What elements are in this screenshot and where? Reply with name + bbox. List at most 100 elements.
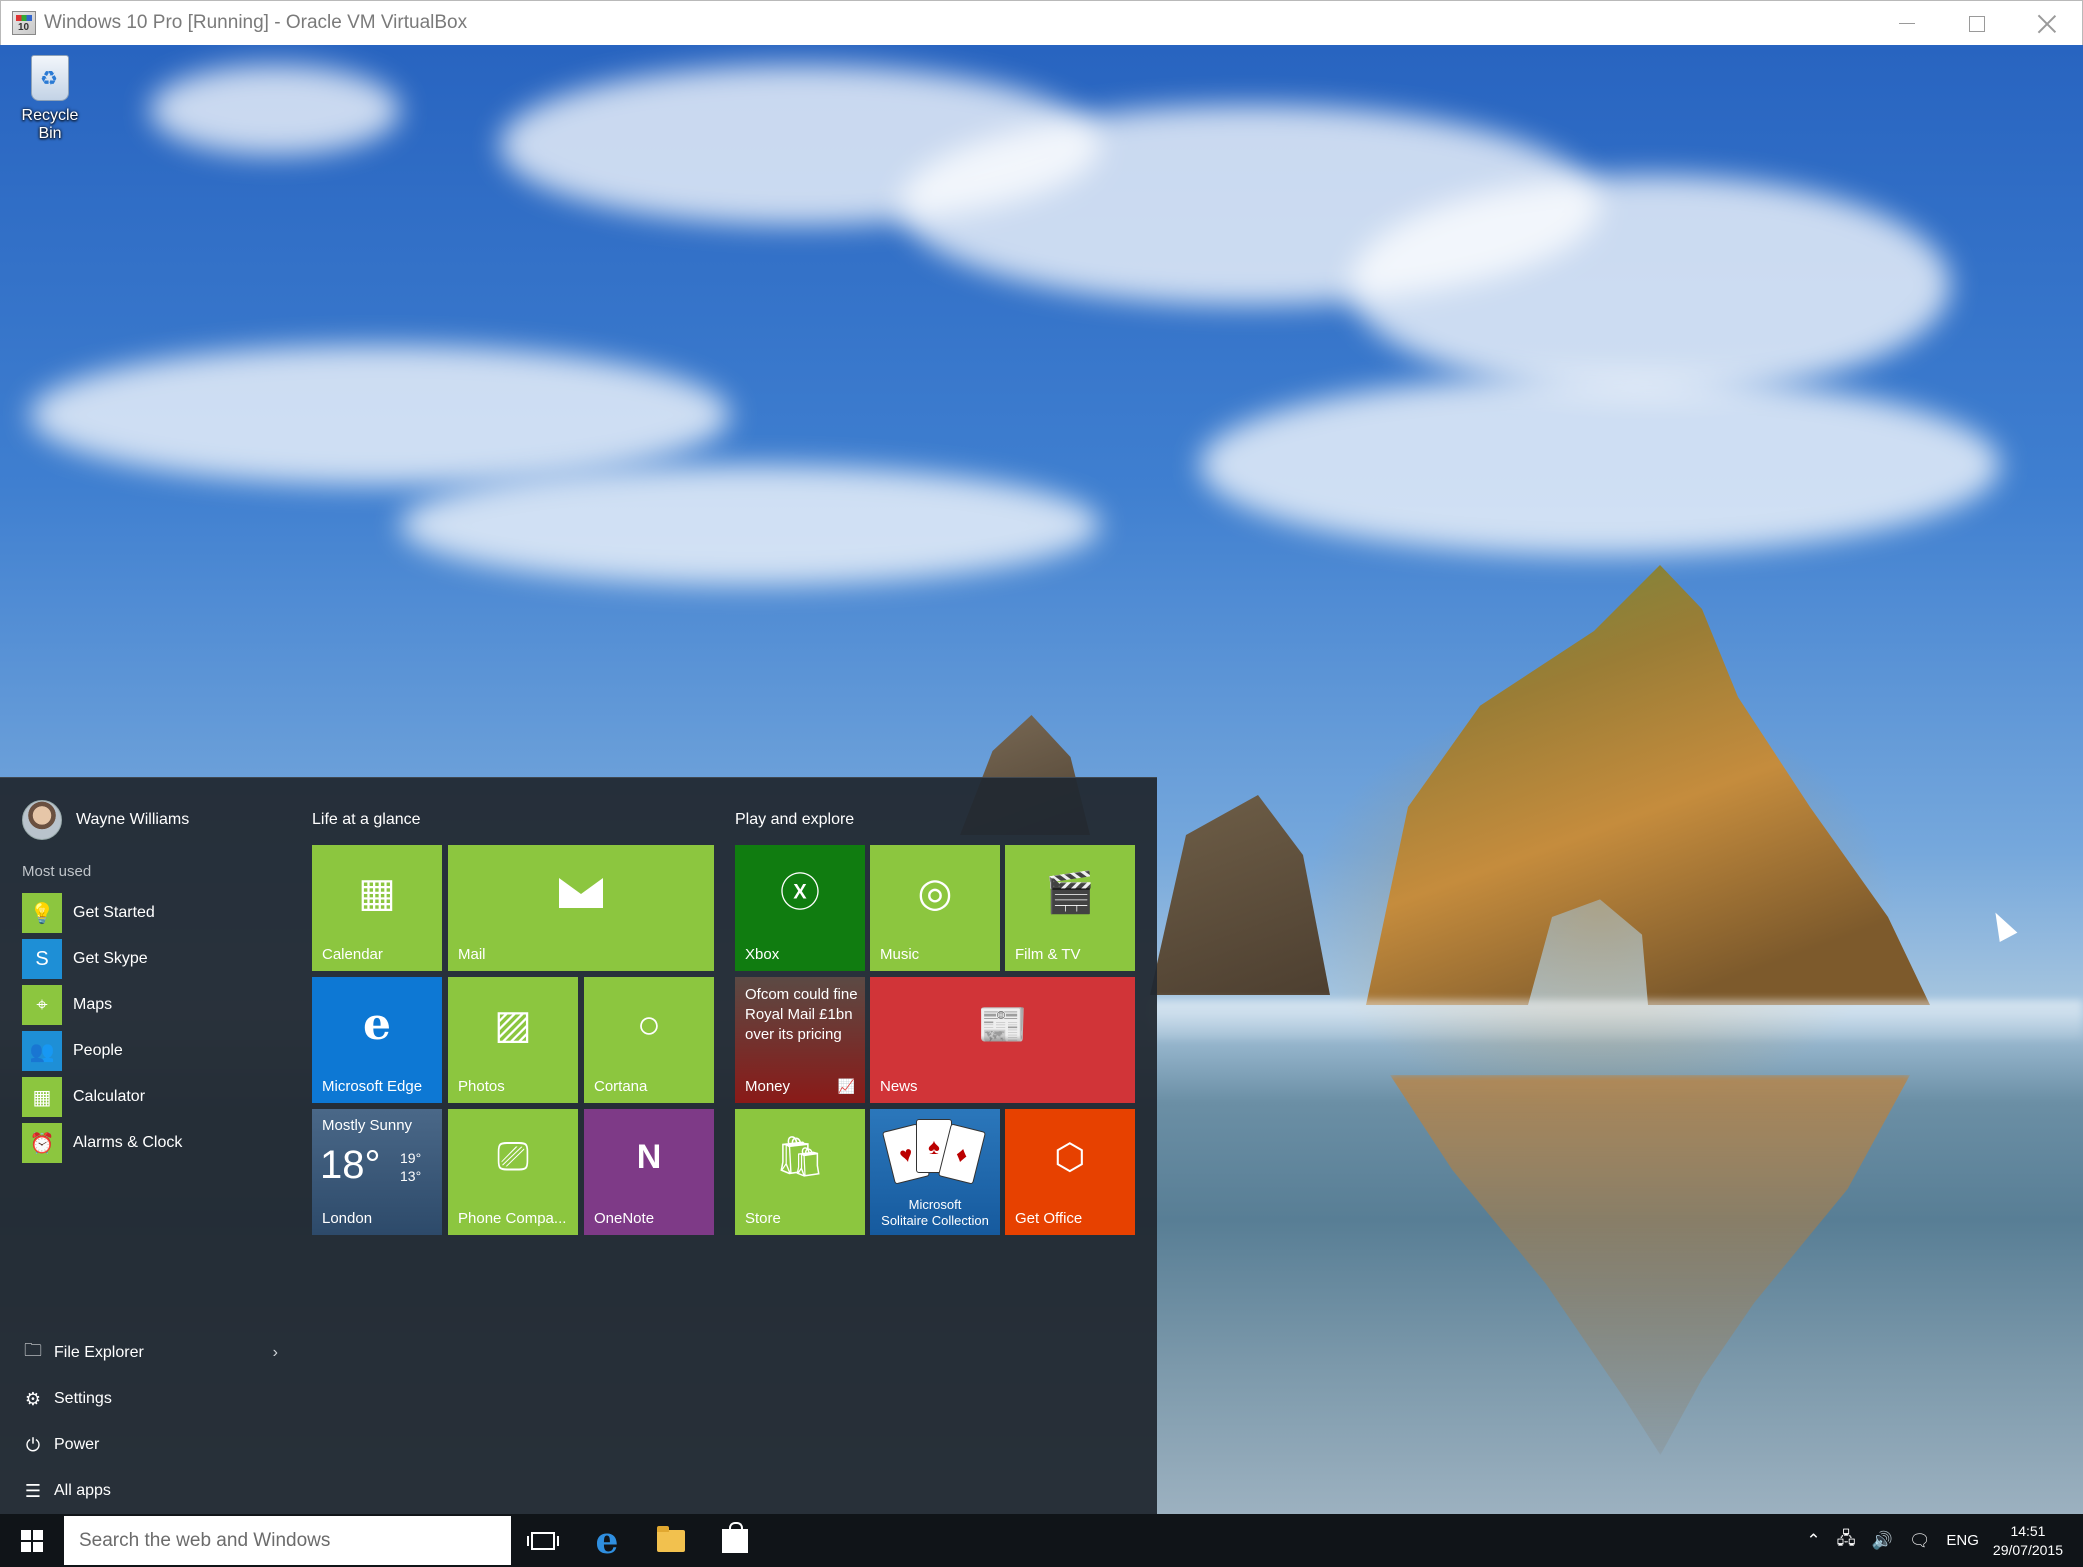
skype-icon: S [22,939,62,979]
maximize-icon [1969,15,1985,32]
wallpaper-rock-arch [1366,565,1930,1005]
most-used-alarms-clock[interactable]: ⏰ Alarms & Clock [22,1120,282,1166]
network-icon[interactable]: 🖧 [1837,1526,1856,1555]
tile-get-office[interactable]: ⬡ Get Office [1005,1109,1135,1235]
alarm-clock-icon: ⏰ [22,1123,62,1163]
taskbar-edge-button[interactable]: e [575,1514,639,1567]
maximize-button[interactable] [1942,1,2012,46]
most-used-people[interactable]: 👥 People [22,1028,282,1074]
minimize-button[interactable] [1872,1,1942,46]
power-label: Power [54,1436,100,1453]
minimize-icon [1899,23,1915,24]
tile-film-tv[interactable]: 🎬 Film & TV [1005,845,1135,971]
close-icon [2038,15,2056,33]
tile-solitaire[interactable]: ♥ ♠ ♦ Microsoft Solitaire Collection [870,1109,1000,1235]
chevron-up-icon[interactable]: ⌃ [1806,1531,1820,1551]
most-used-heading: Most used [22,863,92,880]
start-menu: Wayne Williams Most used 💡 Get Started S… [0,777,1157,1514]
task-view-button[interactable] [511,1514,575,1567]
all-apps-button[interactable]: ☰ All apps [22,1468,278,1514]
weather-condition: Mostly Sunny [322,1117,413,1134]
store-bag-icon [722,1521,748,1553]
tile-label: Music [880,946,920,963]
most-used-get-skype[interactable]: S Get Skype [22,936,282,982]
xbox-icon: ⓧ [780,870,820,915]
file-explorer-button[interactable]: 🗀 File Explorer › [22,1330,278,1376]
tile-label: Mail [458,946,486,963]
file-explorer-label: File Explorer [54,1344,144,1361]
playing-cards-icon: ♥ ♠ ♦ [882,1119,986,1193]
onenote-icon: N [636,1137,662,1176]
taskbar-search-box[interactable] [64,1516,511,1565]
tile-store[interactable]: 🛍 Store [735,1109,865,1235]
most-used-maps[interactable]: ⌖ Maps [22,982,282,1028]
most-used-list: 💡 Get Started S Get Skype ⌖ Maps 👥 Peopl… [22,890,282,1166]
search-input[interactable] [79,1529,499,1552]
power-button[interactable]: ⏻ Power [22,1422,278,1468]
weather-city: London [322,1210,373,1227]
all-apps-icon: ☰ [24,1480,42,1501]
close-button[interactable] [2012,1,2082,46]
most-used-calculator[interactable]: ▦ Calculator [22,1074,282,1120]
tile-label: Film & TV [1015,946,1081,963]
tile-label: Get Office [1015,1210,1083,1227]
tile-music[interactable]: ◎ Music [870,845,1000,971]
maps-icon: ⌖ [22,985,62,1025]
money-headline: Ofcom could fine Royal Mail £1bn over it… [745,986,858,1043]
start-button[interactable] [0,1514,64,1567]
tile-label: Cortana [594,1078,648,1095]
settings-gear-icon: ⚙ [24,1388,42,1409]
tile-calendar[interactable]: ▦ Calendar [312,845,442,971]
tile-photos[interactable]: ▨ Photos [448,977,578,1103]
settings-button[interactable]: ⚙ Settings [22,1376,278,1422]
tile-phone-companion[interactable]: ⎚ Phone Compa... [448,1109,578,1235]
virtualbox-titlebar[interactable]: 10 Windows 10 Pro [Running] - Oracle VM … [0,0,2083,45]
start-menu-left-pane: Wayne Williams Most used 💡 Get Started S… [0,778,290,1515]
clapperboard-icon: 🎬 [1045,870,1095,915]
group-title-life-at-a-glance[interactable]: Life at a glance [312,811,421,829]
wallpaper-cloud [30,345,730,485]
clock-date: 29/07/2015 [1992,1541,2063,1558]
wallpaper-cloud [400,465,1100,585]
user-account-button[interactable]: Wayne Williams [22,800,189,840]
tile-onenote[interactable]: N OneNote [584,1109,714,1235]
weather-temperature: 18° [320,1143,381,1187]
volume-icon[interactable]: 🔊 [1872,1531,1893,1551]
start-menu-bottom-list: 🗀 File Explorer › ⚙ Settings ⏻ Power ☰ A… [22,1330,278,1514]
taskbar-store-button[interactable] [703,1514,767,1567]
tile-label: Money [745,1078,791,1095]
tile-microsoft-edge[interactable]: e Microsoft Edge [312,977,442,1103]
group-title-play-and-explore[interactable]: Play and explore [735,811,854,829]
action-center-icon[interactable]: 🗨 [1909,1531,1931,1551]
window-controls [1872,1,2082,46]
taskbar-file-explorer-button[interactable] [639,1514,703,1567]
tile-label: Phone Compa... [458,1210,567,1227]
list-item-label: Calculator [73,1088,146,1105]
tile-label: Calendar [322,946,383,963]
tile-news[interactable]: 📰 News [870,977,1135,1103]
virtualbox-app-icon: 10 [12,11,36,35]
photos-icon: ▨ [494,1002,532,1047]
system-tray: ⌃ 🖧 🔊 🗨 ENG 14:51 29/07/2015 [1798,1514,2083,1567]
lightbulb-icon: 💡 [22,893,62,933]
chevron-right-icon[interactable]: › [273,1344,278,1362]
tile-money[interactable]: Ofcom could fine Royal Mail £1bn over it… [735,977,865,1103]
folder-icon [657,1525,685,1552]
user-name: Wayne Williams [76,811,190,828]
store-bag-icon: 🛍 [774,1134,826,1179]
taskbar-clock[interactable]: 14:51 29/07/2015 [1993,1522,2063,1560]
list-item-label: People [73,1042,123,1059]
wallpaper-surf [1150,1000,2083,1040]
tile-weather[interactable]: Mostly Sunny 18° 19° 13° London [312,1109,442,1235]
tile-xbox[interactable]: ⓧ Xbox [735,845,865,971]
avatar [22,800,62,840]
tile-label: Photos [458,1078,505,1095]
tile-mail[interactable]: Mail [448,845,714,971]
recycle-bin-desktop-icon[interactable]: Recycle Bin [8,55,92,143]
weather-low: 13° [400,1168,422,1184]
input-language[interactable]: ENG [1946,1532,1979,1549]
wallpaper-reflection [1390,1075,1910,1455]
clock-time: 14:51 [2010,1522,2046,1539]
most-used-get-started[interactable]: 💡 Get Started [22,890,282,936]
tile-cortana[interactable]: ○ Cortana [584,977,714,1103]
